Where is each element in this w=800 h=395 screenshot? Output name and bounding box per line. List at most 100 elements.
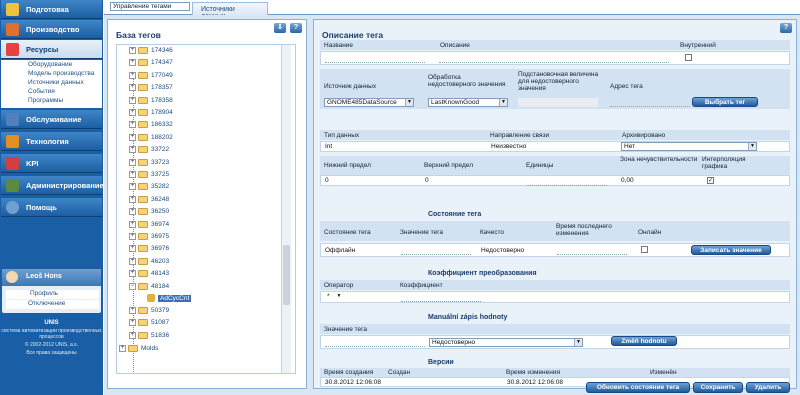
expand-icon[interactable]: +	[129, 307, 136, 314]
tab-data-sources[interactable]: Источники данных	[192, 2, 268, 20]
tree-node[interactable]: +33723	[129, 158, 169, 169]
tree-node[interactable]: +178358	[129, 96, 173, 107]
tree-scrollbar[interactable]	[281, 45, 291, 373]
expand-icon[interactable]: +	[129, 171, 136, 178]
low-limit-field[interactable]: 0	[325, 177, 329, 184]
expand-icon[interactable]: +	[129, 133, 136, 141]
coefficient-field[interactable]	[401, 301, 481, 302]
nav-item-help[interactable]: Помощь	[1, 198, 102, 217]
invalid-handling-select[interactable]: LastKnownGood ▼	[428, 98, 508, 107]
manual-quality-select[interactable]: Недостоверно ▼	[429, 338, 583, 347]
expand-icon[interactable]: +	[129, 245, 136, 253]
nav-item-admin[interactable]: Администрирование	[1, 176, 104, 195]
scroll-thumb[interactable]	[283, 245, 290, 305]
export-button[interactable]: ⇩	[274, 23, 286, 33]
tree-node[interactable]: +36250	[129, 208, 169, 218]
expand-icon[interactable]: +	[129, 84, 136, 92]
expand-icon[interactable]: +	[129, 47, 136, 54]
tree-node[interactable]: −48184	[129, 282, 169, 293]
help-icon[interactable]: ?	[780, 23, 792, 33]
submenu-equipment[interactable]: Оборудование	[28, 61, 72, 68]
online-checkbox[interactable]	[641, 246, 648, 253]
tree-node[interactable]: +178357	[129, 84, 173, 94]
archived-select[interactable]: Нет ▼	[621, 142, 757, 151]
tree-node[interactable]: +35282	[129, 183, 169, 193]
tree-node[interactable]: +48143	[129, 270, 169, 280]
expand-icon[interactable]: +	[129, 233, 136, 240]
expand-icon[interactable]: +	[129, 59, 136, 67]
submenu-production-model[interactable]: Модель производства	[28, 70, 94, 77]
interpolation-checkbox[interactable]: ✓	[707, 177, 714, 184]
name-field[interactable]	[325, 62, 425, 63]
tree-node[interactable]: +188202	[129, 133, 173, 144]
nav-item-technology[interactable]: Технология	[1, 132, 102, 151]
expand-icon[interactable]: +	[129, 146, 136, 154]
expand-icon[interactable]: +	[129, 208, 136, 216]
tab-tag-management[interactable]: Управление тегами	[110, 2, 190, 11]
high-limit-field[interactable]: 0	[425, 177, 429, 184]
substitute-field[interactable]	[518, 98, 598, 107]
tree-node[interactable]: +33725	[129, 171, 169, 181]
tree-node-selected[interactable]: AdCycCnt	[147, 294, 192, 304]
expand-icon[interactable]: +	[129, 220, 136, 228]
internal-checkbox[interactable]	[685, 54, 692, 61]
state-value-row: Оффлайн Недостоверно Записать значение	[320, 243, 790, 257]
expand-icon[interactable]: +	[129, 270, 136, 278]
expand-icon[interactable]: +	[129, 319, 136, 327]
expand-icon[interactable]: +	[129, 183, 136, 191]
expand-icon[interactable]: +	[129, 121, 136, 129]
nav-item-production[interactable]: Производство	[1, 20, 102, 39]
tree-node[interactable]: +36974	[129, 220, 169, 231]
operator-select[interactable]: * ▼	[325, 293, 343, 302]
expand-icon[interactable]: +	[129, 71, 136, 79]
tree-node[interactable]: +186332	[129, 121, 173, 131]
versions-header-row: Время создания Создан Время изменения Из…	[320, 368, 790, 377]
submenu-programs[interactable]: Программы	[28, 97, 63, 104]
tree-node[interactable]: +51836	[129, 331, 169, 342]
tools-icon	[6, 23, 19, 36]
expand-icon[interactable]: +	[129, 109, 136, 116]
submenu-data-sources[interactable]: Источники данных	[28, 79, 84, 86]
tree-node[interactable]: +51087	[129, 319, 169, 329]
units-field[interactable]	[527, 185, 607, 186]
nav-item-resources[interactable]: Ресурсы	[1, 40, 102, 59]
tree-node[interactable]: +33722	[129, 146, 169, 156]
logout-link[interactable]: Отключение	[6, 300, 99, 309]
nav-item-service[interactable]: Обслуживание	[1, 110, 102, 129]
expand-icon[interactable]: +	[129, 96, 136, 104]
expand-icon[interactable]: +	[129, 158, 136, 166]
tree-node[interactable]: +36976	[129, 245, 169, 255]
description-field[interactable]	[439, 62, 669, 63]
tree-node[interactable]: +36248	[129, 195, 169, 206]
expand-icon[interactable]: +	[119, 345, 126, 353]
tree-node[interactable]: +46203	[129, 257, 169, 268]
tree-node[interactable]: +174347	[129, 59, 173, 69]
write-value-button[interactable]: Записать значение	[691, 245, 771, 255]
address-field[interactable]	[610, 106, 690, 107]
expand-icon[interactable]: +	[129, 195, 136, 203]
tree-node[interactable]: +177049	[129, 71, 173, 82]
tree-node[interactable]: +36975	[129, 233, 169, 243]
submenu-events[interactable]: События	[28, 88, 55, 95]
deadband-field[interactable]: 0,00	[621, 177, 634, 184]
profile-link[interactable]: Профиль	[6, 290, 99, 299]
collapse-icon[interactable]: −	[129, 282, 136, 290]
manual-value-field[interactable]	[325, 346, 425, 347]
tree-node[interactable]: +178904	[129, 109, 173, 119]
delete-button[interactable]: Удалить	[746, 382, 790, 393]
tree-node[interactable]: +50379	[129, 307, 169, 317]
change-value-button[interactable]: Změň hodnotu	[611, 336, 677, 346]
nav-item-kpi[interactable]: KPI	[1, 154, 102, 173]
tree-node[interactable]: +174346	[129, 47, 173, 57]
tag-tree[interactable]: +174346 +174347 +177049 +178357 +178358 +1789…	[116, 44, 296, 374]
expand-icon[interactable]: +	[129, 257, 136, 265]
nav-item-preparation[interactable]: Подготовка	[1, 0, 102, 19]
select-tag-button[interactable]: Выбрать тег	[692, 97, 758, 107]
data-source-select[interactable]: GNOME485DataSource ▼	[324, 98, 414, 107]
expand-icon[interactable]: +	[129, 331, 136, 339]
tree-node[interactable]: + Molds	[119, 345, 158, 355]
folder-icon	[138, 59, 148, 67]
help-icon[interactable]: ?	[290, 23, 302, 33]
update-state-button[interactable]: Обновить состояние тега	[586, 382, 690, 393]
save-button[interactable]: Сохранить	[693, 382, 743, 393]
